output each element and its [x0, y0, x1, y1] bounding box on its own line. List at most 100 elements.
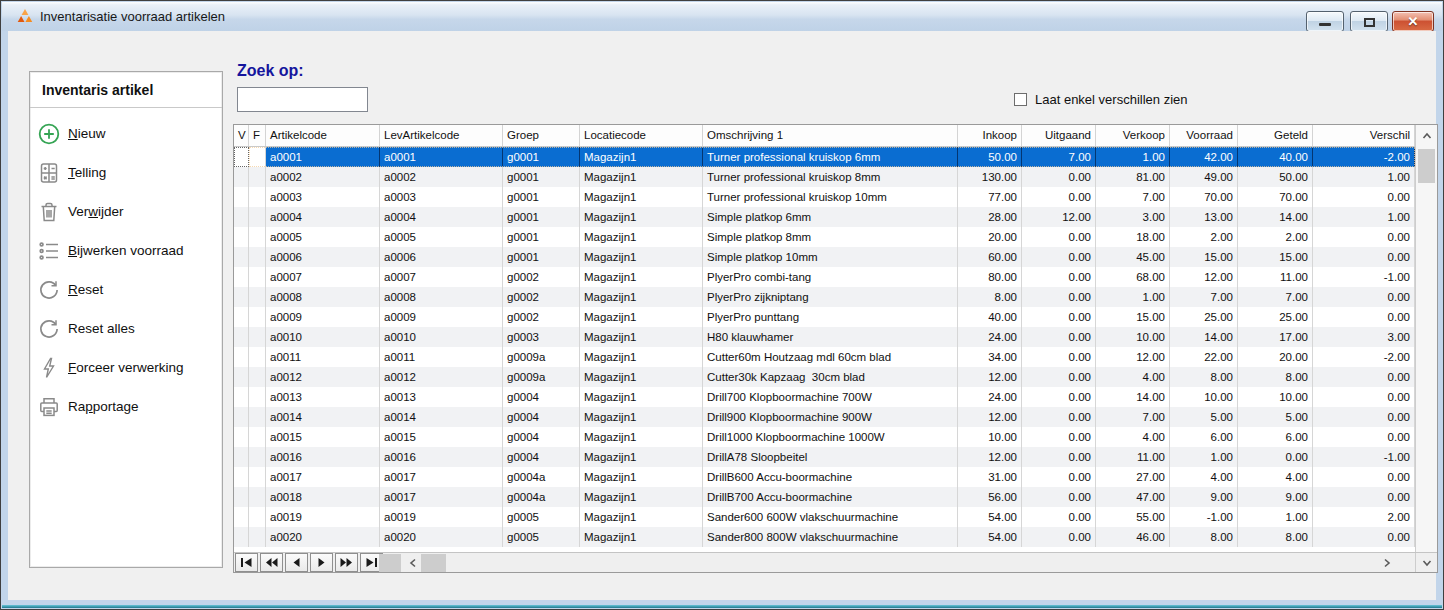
table-row[interactable]: a0012a0012g0009aMagazijn1Cutter30k Kapza… [234, 367, 1415, 387]
cell-artikelcode[interactable]: a0013 [266, 387, 380, 407]
cell-locatiecode[interactable]: Magazijn1 [580, 387, 703, 407]
cell-verschil[interactable]: -2.00 [1313, 147, 1415, 167]
cell-artikelcode[interactable]: a0002 [266, 167, 380, 187]
cell-v[interactable] [234, 267, 249, 287]
cell-inkoop[interactable]: 40.00 [958, 307, 1022, 327]
column-header-omschrijving1[interactable]: Omschrijving 1 [703, 125, 958, 146]
cell-voorraad[interactable]: -1.00 [1170, 507, 1238, 527]
cell-verkoop[interactable]: 18.00 [1096, 227, 1170, 247]
maximize-button[interactable] [1350, 11, 1388, 32]
cell-geteld[interactable]: 8.00 [1238, 527, 1313, 547]
table-row[interactable]: a0010a0010g0003Magazijn1H80 klauwhamer24… [234, 327, 1415, 347]
cell-locatiecode[interactable]: Magazijn1 [580, 207, 703, 227]
cell-locatiecode[interactable]: Magazijn1 [580, 287, 703, 307]
cell-locatiecode[interactable]: Magazijn1 [580, 267, 703, 287]
cell-voorraad[interactable]: 12.00 [1170, 267, 1238, 287]
cell-voorraad[interactable]: 2.00 [1170, 227, 1238, 247]
scroll-down-arrow-icon[interactable] [1415, 553, 1437, 572]
cell-artikelcode[interactable]: a0018 [266, 487, 380, 507]
cell-v[interactable] [234, 307, 249, 327]
cell-uitgaand[interactable]: 0.00 [1022, 367, 1096, 387]
search-input[interactable] [237, 87, 368, 112]
cell-verschil[interactable]: 0.00 [1313, 307, 1415, 327]
cell-locatiecode[interactable]: Magazijn1 [580, 447, 703, 467]
cell-voorraad[interactable]: 49.00 [1170, 167, 1238, 187]
cell-groep[interactable]: g0001 [503, 207, 580, 227]
cell-f[interactable] [249, 427, 266, 447]
cell-v[interactable] [234, 367, 249, 387]
cell-groep[interactable]: g0004 [503, 387, 580, 407]
cell-omschrijving1[interactable]: Drill900 Klopboormachine 900W [703, 407, 958, 427]
cell-v[interactable] [234, 227, 249, 247]
cell-voorraad[interactable]: 22.00 [1170, 347, 1238, 367]
cell-geteld[interactable]: 2.00 [1238, 227, 1313, 247]
cell-verkoop[interactable]: 68.00 [1096, 267, 1170, 287]
cell-voorraad[interactable]: 10.00 [1170, 387, 1238, 407]
cell-locatiecode[interactable]: Magazijn1 [580, 147, 703, 167]
cell-groep[interactable]: g0004a [503, 487, 580, 507]
cell-v[interactable] [234, 207, 249, 227]
cell-uitgaand[interactable]: 0.00 [1022, 347, 1096, 367]
cell-v[interactable] [234, 527, 249, 547]
cell-voorraad[interactable]: 7.00 [1170, 287, 1238, 307]
cell-levartikelcode[interactable]: a0020 [380, 527, 503, 547]
cell-groep[interactable]: g0001 [503, 167, 580, 187]
cell-verkoop[interactable]: 10.00 [1096, 327, 1170, 347]
cell-voorraad[interactable]: 8.00 [1170, 367, 1238, 387]
cell-artikelcode[interactable]: a0003 [266, 187, 380, 207]
sidebar-item-telling[interactable]: Telling [30, 153, 222, 192]
cell-groep[interactable]: g0004 [503, 447, 580, 467]
cell-levartikelcode[interactable]: a0009 [380, 307, 503, 327]
cell-verkoop[interactable]: 4.00 [1096, 367, 1170, 387]
cell-v[interactable] [234, 147, 249, 167]
cell-geteld[interactable]: 0.00 [1238, 447, 1313, 467]
cell-locatiecode[interactable]: Magazijn1 [580, 527, 703, 547]
table-row[interactable]: a0016a0016g0004Magazijn1DrillA78 Sloopbe… [234, 447, 1415, 467]
cell-groep[interactable]: g0004 [503, 427, 580, 447]
cell-verschil[interactable]: 0.00 [1313, 527, 1415, 547]
cell-f[interactable] [249, 227, 266, 247]
cell-omschrijving1[interactable]: Simple platkop 8mm [703, 227, 958, 247]
cell-groep[interactable]: g0001 [503, 187, 580, 207]
cell-uitgaand[interactable]: 0.00 [1022, 327, 1096, 347]
table-row[interactable]: a0011a0011g0009aMagazijn1Cutter60m Houtz… [234, 347, 1415, 367]
cell-verschil[interactable]: 0.00 [1313, 187, 1415, 207]
cell-artikelcode[interactable]: a0001 [266, 147, 380, 167]
table-row[interactable]: a0009a0009g0002Magazijn1PlyerPro punttan… [234, 307, 1415, 327]
cell-uitgaand[interactable]: 12.00 [1022, 207, 1096, 227]
cell-verkoop[interactable]: 7.00 [1096, 407, 1170, 427]
cell-voorraad[interactable]: 6.00 [1170, 427, 1238, 447]
cell-inkoop[interactable]: 130.00 [958, 167, 1022, 187]
cell-voorraad[interactable]: 14.00 [1170, 327, 1238, 347]
cell-groep[interactable]: g0009a [503, 347, 580, 367]
column-header-verschil[interactable]: Verschil [1313, 125, 1415, 146]
cell-verkoop[interactable]: 3.00 [1096, 207, 1170, 227]
table-row[interactable]: a0003a0003g0001Magazijn1Turner professio… [234, 187, 1415, 207]
cell-omschrijving1[interactable]: DrillA78 Sloopbeitel [703, 447, 958, 467]
cell-uitgaand[interactable]: 0.00 [1022, 427, 1096, 447]
cell-verkoop[interactable]: 14.00 [1096, 387, 1170, 407]
cell-inkoop[interactable]: 24.00 [958, 327, 1022, 347]
column-header-inkoop[interactable]: Inkoop [958, 125, 1022, 146]
cell-f[interactable] [249, 507, 266, 527]
sidebar-item-rapportage[interactable]: Rapportage [30, 387, 222, 426]
cell-f[interactable] [249, 527, 266, 547]
cell-artikelcode[interactable]: a0012 [266, 367, 380, 387]
cell-uitgaand[interactable]: 0.00 [1022, 247, 1096, 267]
cell-omschrijving1[interactable]: Turner professional kruiskop 8mm [703, 167, 958, 187]
cell-artikelcode[interactable]: a0016 [266, 447, 380, 467]
cell-geteld[interactable]: 11.00 [1238, 267, 1313, 287]
cell-voorraad[interactable]: 9.00 [1170, 487, 1238, 507]
cell-voorraad[interactable]: 15.00 [1170, 247, 1238, 267]
column-header-artikelcode[interactable]: Artikelcode [266, 125, 380, 146]
scroll-left-arrow-icon[interactable] [405, 554, 421, 572]
cell-verschil[interactable]: 1.00 [1313, 207, 1415, 227]
cell-omschrijving1[interactable]: DrillB600 Accu-boormachine [703, 467, 958, 487]
cell-groep[interactable]: g0001 [503, 247, 580, 267]
cell-verschil[interactable]: 0.00 [1313, 487, 1415, 507]
cell-voorraad[interactable]: 25.00 [1170, 307, 1238, 327]
cell-verschil[interactable]: 1.00 [1313, 167, 1415, 187]
table-row[interactable]: a0001a0001g0001Magazijn1Turner professio… [234, 147, 1415, 167]
cell-v[interactable] [234, 247, 249, 267]
sidebar-item-reset-alles[interactable]: Reset alles [30, 309, 222, 348]
